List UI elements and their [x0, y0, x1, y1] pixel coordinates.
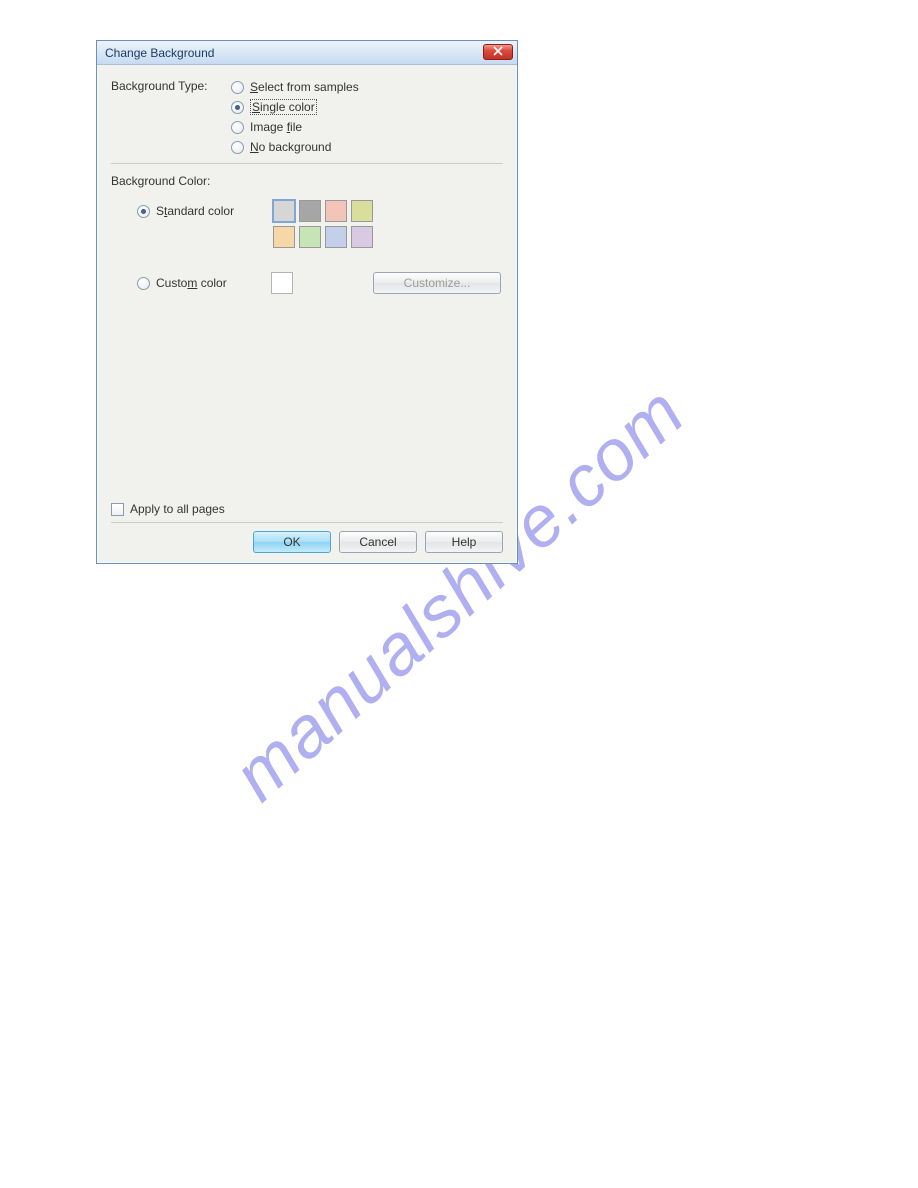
radio-no-background[interactable]: No background	[229, 137, 503, 157]
radio-icon	[231, 81, 244, 94]
radio-single-color[interactable]: Single color	[229, 97, 503, 117]
color-mode-options: Standard color	[111, 198, 271, 250]
titlebar: Change Background	[97, 41, 517, 65]
custom-color-option: Custom color	[111, 273, 271, 293]
color-swatch-7[interactable]	[351, 226, 373, 248]
color-swatch-3[interactable]	[351, 200, 373, 222]
radio-label: No background	[250, 140, 331, 154]
radio-label: Image file	[250, 120, 302, 134]
radio-icon	[137, 205, 150, 218]
close-icon	[493, 45, 503, 59]
color-swatch-0[interactable]	[273, 200, 295, 222]
cancel-button[interactable]: Cancel	[339, 531, 417, 553]
apply-all-label: Apply to all pages	[130, 502, 225, 516]
divider	[111, 163, 503, 164]
dialog-bottom: Apply to all pages OK Cancel Help	[111, 502, 503, 553]
background-type-row: Background Type: Select from samples Sin…	[111, 77, 503, 157]
radio-label: Standard color	[156, 204, 234, 218]
radio-icon	[231, 141, 244, 154]
radio-label: Select from samples	[250, 80, 359, 94]
radio-icon	[231, 101, 244, 114]
color-swatch-2[interactable]	[325, 200, 347, 222]
custom-color-right: Customize...	[271, 272, 503, 294]
background-color-label: Background Color:	[111, 174, 503, 188]
customize-button[interactable]: Customize...	[373, 272, 501, 294]
radio-icon	[231, 121, 244, 134]
color-swatch-5[interactable]	[299, 226, 321, 248]
dialog-button-row: OK Cancel Help	[111, 523, 503, 553]
radio-select-from-samples[interactable]: Select from samples	[229, 77, 503, 97]
custom-color-swatch[interactable]	[271, 272, 293, 294]
close-button[interactable]	[483, 44, 513, 60]
checkbox-icon	[111, 503, 124, 516]
help-button[interactable]: Help	[425, 531, 503, 553]
ok-button[interactable]: OK	[253, 531, 331, 553]
dialog-content: Background Type: Select from samples Sin…	[97, 65, 517, 300]
custom-color-area: Custom color Customize...	[111, 272, 503, 294]
change-background-dialog: Change Background Background Type: Selec…	[96, 40, 518, 564]
apply-all-row[interactable]: Apply to all pages	[111, 502, 503, 516]
color-swatch-1[interactable]	[299, 200, 321, 222]
color-swatch-4[interactable]	[273, 226, 295, 248]
radio-custom-color[interactable]: Custom color	[135, 273, 271, 293]
background-color-area: Standard color	[111, 198, 503, 250]
radio-label: Custom color	[156, 276, 227, 290]
dialog-title: Change Background	[105, 46, 214, 60]
background-type-label: Background Type:	[111, 77, 229, 93]
background-type-options: Select from samples Single color Image f…	[229, 77, 503, 157]
standard-color-swatches	[271, 198, 503, 250]
color-swatch-6[interactable]	[325, 226, 347, 248]
radio-standard-color[interactable]: Standard color	[135, 198, 271, 224]
radio-image-file[interactable]: Image file	[229, 117, 503, 137]
radio-icon	[137, 277, 150, 290]
radio-label: Single color	[250, 99, 317, 115]
